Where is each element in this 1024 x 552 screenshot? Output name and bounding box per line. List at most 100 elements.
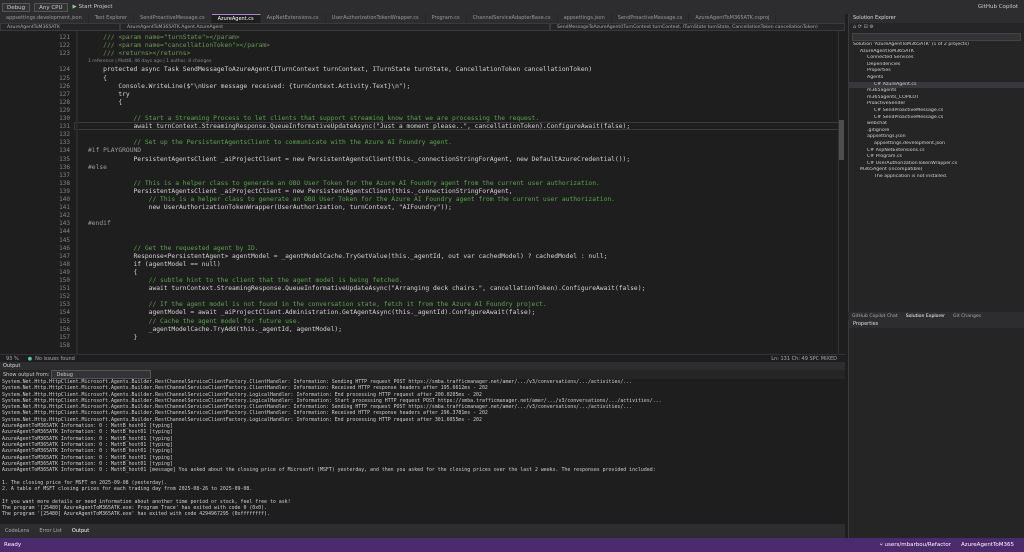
line-number: 138 bbox=[59, 179, 70, 187]
code-line[interactable]: new UserAuthorizationTokenWrapper(UserAu… bbox=[88, 204, 452, 211]
code-line[interactable]: // This is a helper class to generate an… bbox=[88, 196, 615, 203]
code-line[interactable]: agentModel = await _aiProjectClient.Admi… bbox=[88, 309, 536, 316]
right-panel-tab[interactable]: Git Changes bbox=[949, 314, 985, 319]
code-line[interactable]: try bbox=[88, 91, 129, 98]
code-editor[interactable]: 121 /// <param name="turnState"></param>… bbox=[0, 31, 845, 354]
editor-tab[interactable]: UserAuthorizationTokenWrapper.cs bbox=[326, 14, 426, 23]
solution-tree-item[interactable]: Solution 'AzureAgentToM365ATK' (1 of 2 p… bbox=[849, 42, 1024, 49]
editor-tab[interactable]: ChannelServiceAdapterBase.cs bbox=[467, 14, 558, 23]
solution-tree-item[interactable]: Dependencies bbox=[849, 62, 1024, 69]
editor-scrollbar[interactable] bbox=[838, 31, 845, 354]
editor-tab[interactable]: AzureAgent.cs bbox=[211, 14, 261, 23]
code-line[interactable]: // Get the requested agent by ID. bbox=[88, 245, 258, 252]
solution-tree-item[interactable]: ProactiveSender bbox=[849, 101, 1024, 108]
solution-explorer: Solution Explorer ⌂ ⟳ ⊟ ⚙ Solution 'Azur… bbox=[848, 14, 1024, 312]
solution-tree-item[interactable]: Properties bbox=[849, 68, 1024, 75]
code-line[interactable]: { bbox=[88, 269, 137, 276]
branch-label: users/mbarbou/Refactor bbox=[884, 542, 952, 548]
solution-tree-item[interactable]: m365agents_COPILOT bbox=[849, 95, 1024, 102]
code-line[interactable]: { bbox=[88, 99, 122, 106]
bottom-panel-tabs: CodeLens Error List Output bbox=[0, 524, 845, 538]
start-project-button[interactable]: ▶ Start Project bbox=[70, 4, 116, 10]
code-line[interactable]: #else bbox=[88, 164, 107, 171]
bottom-tab[interactable]: CodeLens bbox=[0, 528, 34, 534]
code-line[interactable]: await turnContext.StreamingResponse.Queu… bbox=[88, 285, 646, 292]
code-line[interactable]: // subtle hint to the client that the ag… bbox=[88, 277, 403, 284]
solution-tree-item[interactable]: C# UserAuthorizationTokenWrapper.cs bbox=[849, 161, 1024, 168]
change-margin bbox=[76, 31, 78, 354]
editor-tab[interactable]: appsettings.json bbox=[558, 14, 612, 23]
solution-tree-item[interactable]: C# Program.cs bbox=[849, 154, 1024, 161]
properties-title: Properties bbox=[849, 320, 1024, 328]
home-icon[interactable]: ⌂ bbox=[853, 24, 856, 30]
code-line[interactable]: { bbox=[88, 75, 107, 82]
code-line[interactable]: /// <param name="cancellationToken"></pa… bbox=[88, 42, 270, 49]
github-copilot-button[interactable]: GitHub Copilot bbox=[975, 4, 1024, 10]
project-dropdown[interactable]: AzureAgentToM365ATK bbox=[0, 23, 120, 31]
solution-tree-item[interactable]: C# SendProactiveMessage.cs bbox=[849, 115, 1024, 122]
sync-icon[interactable]: ⟳ bbox=[858, 24, 862, 30]
editor-tab[interactable]: AspNetExtensions.cs bbox=[261, 14, 326, 23]
solution-search-input[interactable] bbox=[852, 33, 1021, 41]
code-line[interactable]: // This is a helper class to generate an… bbox=[88, 180, 599, 187]
issues-status[interactable]: No issues found bbox=[35, 356, 75, 362]
code-line[interactable]: /// <returns></returns> bbox=[88, 50, 190, 57]
code-line[interactable]: Response<PersistentAgent> agentModel = _… bbox=[88, 253, 607, 260]
editor-tab[interactable]: AzureAgentToM365ATK.csproj bbox=[689, 14, 777, 23]
solution-tree-item[interactable]: M365Agent (incompatible) bbox=[849, 167, 1024, 174]
editor-tab[interactable]: appsettings.development.json bbox=[0, 14, 89, 23]
editor-scroll-thumb[interactable] bbox=[839, 120, 844, 160]
solution-tree-item[interactable]: .gitignore bbox=[849, 128, 1024, 135]
solution-tree-item[interactable]: appsettings.development.json bbox=[849, 141, 1024, 148]
editor-tab[interactable]: SendProactiveMessage.cs bbox=[134, 14, 212, 23]
solution-tree-item[interactable]: The application is not installed. bbox=[849, 174, 1024, 181]
solution-tree-item[interactable]: Connected Services bbox=[849, 55, 1024, 62]
platform-dropdown[interactable]: Any CPU bbox=[34, 2, 68, 12]
code-line[interactable]: _agentModelCache.TryAdd(this._agentId, a… bbox=[88, 326, 342, 333]
code-line[interactable]: #endif bbox=[88, 220, 111, 227]
code-line[interactable]: Console.WriteLine($"\nUser message recei… bbox=[88, 83, 410, 90]
solution-tree-item[interactable]: webchat bbox=[849, 121, 1024, 128]
right-panel-tab[interactable]: GitHub Copilot Chat bbox=[848, 314, 902, 319]
code-line[interactable]: // Start a Streaming Process to let clie… bbox=[88, 115, 539, 122]
line-number: 135 bbox=[59, 155, 70, 163]
right-panel-tab[interactable]: Solution Explorer bbox=[902, 314, 949, 319]
line-number: 129 bbox=[59, 106, 70, 114]
output-source-dropdown[interactable]: Debug bbox=[51, 370, 152, 379]
bottom-tab[interactable]: Error List bbox=[34, 528, 67, 534]
branch-icon: ⑂ bbox=[879, 542, 883, 548]
solution-tree-item[interactable]: m365agents bbox=[849, 88, 1024, 95]
code-line[interactable]: } bbox=[88, 334, 137, 341]
solution-tree-item[interactable]: C# AzureAgent.cs bbox=[849, 81, 1024, 89]
project-selector[interactable]: AzureAgentToM365 bbox=[961, 542, 1020, 548]
editor-tab[interactable]: Program.cs bbox=[426, 14, 467, 23]
collapse-icon[interactable]: ⊟ bbox=[864, 24, 868, 30]
class-dropdown[interactable]: AzureAgentToM365ATK.Agent.AzureAgent bbox=[120, 23, 550, 31]
code-line[interactable]: PersistentAgentsClient _aiProjectClient … bbox=[88, 188, 512, 195]
code-line[interactable]: protected async Task SendMessageToAzureA… bbox=[88, 66, 592, 73]
code-line[interactable]: // Set up the PersistentAgentsClient to … bbox=[88, 139, 451, 146]
method-dropdown[interactable]: SendMessageToAzureAgent(ITurnContext tur… bbox=[550, 23, 845, 31]
code-line[interactable]: #if PLAYGROUND bbox=[88, 147, 141, 154]
code-line[interactable]: await turnContext.StreamingResponse.Queu… bbox=[88, 123, 630, 130]
codelens-hint[interactable]: 1 reference | MattB, 46 days ago | 1 aut… bbox=[88, 59, 211, 64]
code-line[interactable]: PersistentAgentsClient _aiProjectClient … bbox=[88, 156, 630, 163]
editor-tab[interactable]: Test Explorer bbox=[89, 14, 135, 23]
code-line[interactable]: // Cache the agent model for future use. bbox=[88, 318, 301, 325]
output-pane[interactable]: System.Net.Http.HttpClient.Microsoft.Age… bbox=[0, 379, 845, 524]
solution-tree-item[interactable]: C# AspNetExtensions.cs bbox=[849, 148, 1024, 155]
solution-tree-item[interactable]: AzureAgentToM365ATK bbox=[849, 49, 1024, 56]
config-dropdown[interactable]: Debug bbox=[2, 2, 31, 12]
bottom-tab[interactable]: Output bbox=[67, 528, 94, 534]
code-line[interactable]: // If the agent model is not found in th… bbox=[88, 301, 547, 308]
code-line[interactable]: if (agentModel == null) bbox=[88, 261, 220, 268]
solution-tree-item[interactable]: Agents bbox=[849, 75, 1024, 82]
code-line[interactable]: /// <param name="turnState"></param> bbox=[88, 34, 240, 41]
line-number: 123 bbox=[59, 50, 70, 58]
git-branch[interactable]: ⑂ users/mbarbou/Refactor bbox=[879, 542, 961, 548]
editor-tab[interactable]: SendProactiveMessage.cs bbox=[612, 14, 690, 23]
settings-icon[interactable]: ⚙ bbox=[869, 24, 873, 30]
solution-tree-item[interactable]: appsettings.json bbox=[849, 134, 1024, 141]
solution-tree-item[interactable]: C# SendProactiveMessage.cs bbox=[849, 108, 1024, 115]
zoom-level[interactable]: 93 % bbox=[0, 356, 25, 362]
